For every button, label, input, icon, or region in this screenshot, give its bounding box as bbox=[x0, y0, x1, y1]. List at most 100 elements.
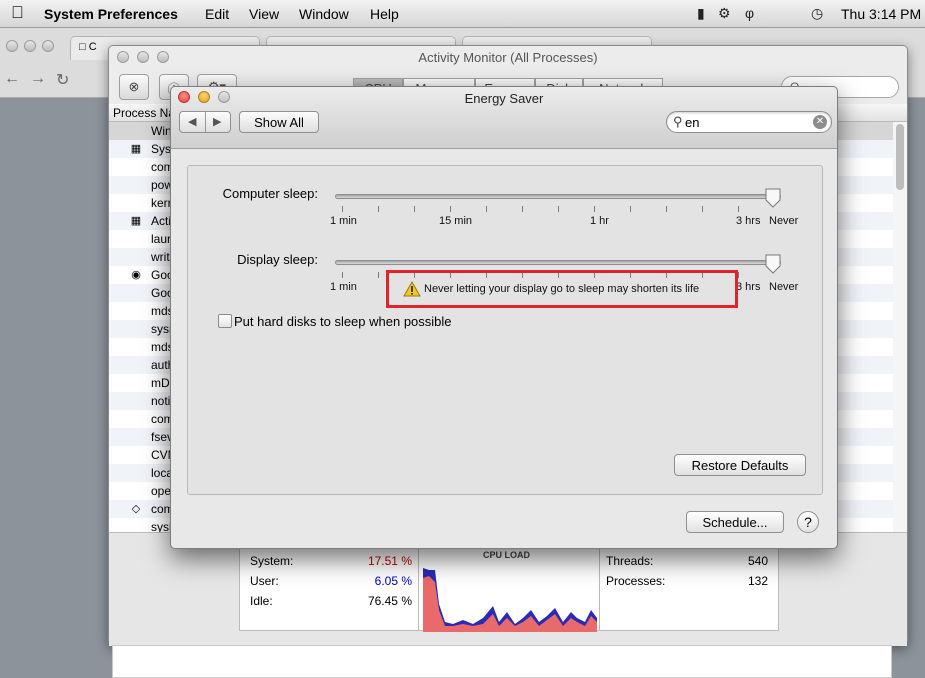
forward-arrow-icon[interactable]: ▶ bbox=[213, 115, 221, 128]
tab-page-icon: □ bbox=[79, 41, 86, 53]
process-name: sysl bbox=[151, 520, 172, 532]
search-input[interactable] bbox=[685, 114, 805, 130]
threads-label: Threads: bbox=[606, 554, 654, 568]
slider-tick bbox=[630, 206, 631, 212]
process-name: Acti bbox=[151, 214, 172, 228]
idle-value: 76.45 % bbox=[367, 594, 412, 608]
help-button[interactable]: ? bbox=[797, 511, 819, 533]
menu-help[interactable]: Help bbox=[370, 6, 399, 22]
process-name: mD bbox=[151, 376, 170, 390]
tick-label-3hrs: 3 hrs bbox=[736, 281, 761, 293]
system-value: 17.51 % bbox=[367, 554, 412, 568]
process-name: kerr bbox=[151, 196, 172, 210]
evernote-icon[interactable]: ▮ bbox=[697, 5, 705, 22]
user-value: 6.05 % bbox=[374, 574, 412, 588]
computer-sleep-slider-thumb[interactable] bbox=[765, 188, 781, 208]
slider-tick bbox=[738, 272, 739, 278]
schedule-button[interactable]: Schedule... bbox=[686, 511, 784, 533]
slider-tick bbox=[738, 206, 739, 212]
restore-defaults-button[interactable]: Restore Defaults bbox=[674, 454, 806, 476]
menu-bar:  System Preferences Edit View Window He… bbox=[0, 0, 925, 28]
back-arrow-icon[interactable]: ◀ bbox=[188, 115, 196, 128]
idle-label: Idle: bbox=[250, 594, 273, 608]
slider-tick bbox=[414, 206, 415, 212]
cpu-load-chart bbox=[423, 568, 597, 632]
clear-search-icon[interactable]: ✕ bbox=[813, 115, 827, 129]
menu-clock[interactable]: Thu 3:14 PM bbox=[841, 6, 921, 22]
warning-text: Never letting your display go to sleep m… bbox=[424, 283, 700, 295]
process-name: noti bbox=[151, 394, 171, 408]
thread-stats-box: Threads: 540 Processes: 132 bbox=[599, 547, 779, 631]
app-icon: ▦ bbox=[130, 215, 142, 227]
computer-sleep-slider[interactable] bbox=[335, 194, 781, 199]
back-forward-control: ◀ ▶ bbox=[179, 111, 231, 133]
tick-label-never: Never bbox=[769, 215, 799, 227]
slider-tick bbox=[342, 272, 343, 278]
back-icon[interactable]: ← bbox=[4, 70, 20, 88]
forward-icon[interactable]: → bbox=[30, 70, 46, 88]
disk-sleep-checkbox[interactable] bbox=[218, 314, 232, 328]
display-sleep-slider[interactable] bbox=[335, 260, 781, 265]
cpu-load-graph: CPU LOAD bbox=[419, 547, 599, 632]
reload-icon[interactable]: ↻ bbox=[56, 70, 69, 90]
show-all-button[interactable]: Show All bbox=[239, 111, 319, 133]
process-list-scrollbar[interactable] bbox=[893, 122, 907, 532]
system-label: System: bbox=[250, 554, 294, 568]
disk-sleep-label[interactable]: Put hard disks to sleep when possible bbox=[234, 314, 452, 329]
gear-icon[interactable]: ⚙ bbox=[718, 5, 731, 22]
slider-tick bbox=[594, 206, 595, 212]
monitor-title: Activity Monitor (All Processes) bbox=[418, 50, 598, 65]
time-machine-icon[interactable]: ◷ bbox=[811, 5, 823, 22]
process-name: laur bbox=[151, 232, 172, 246]
display-sleep-warning: Never letting your display go to sleep m… bbox=[386, 270, 738, 308]
process-name: ope bbox=[151, 484, 172, 498]
threads-value: 540 bbox=[747, 554, 768, 568]
slider-tick bbox=[666, 206, 667, 212]
shield-icon: ◇ bbox=[131, 503, 141, 515]
slider-tick bbox=[342, 206, 343, 212]
tick-label-3hrs: 3 hrs bbox=[736, 215, 761, 227]
menu-window[interactable]: Window bbox=[299, 6, 349, 22]
app-icon: ▦ bbox=[130, 143, 142, 155]
warning-icon bbox=[403, 281, 421, 297]
processes-label: Processes: bbox=[606, 574, 666, 588]
quit-process-button[interactable]: ⊗ bbox=[119, 74, 149, 100]
apple-menu-icon[interactable]:  bbox=[11, 3, 24, 23]
energy-settings-panel: Computer sleep: 1 min 15 min 1 hr 3 hrs … bbox=[187, 165, 823, 495]
process-name: Win bbox=[151, 124, 172, 138]
slider-tick bbox=[486, 206, 487, 212]
energy-saver-toolbar: Energy Saver ◀ ▶ Show All ⚲ ✕ bbox=[171, 87, 837, 149]
processes-value: 132 bbox=[747, 574, 768, 588]
cpu-stats-panel: System: 17.51 % User: 6.05 % Idle: 76.45… bbox=[109, 532, 907, 646]
process-name: writ bbox=[151, 250, 170, 264]
browser-zoom-button[interactable] bbox=[42, 40, 54, 52]
browser-minimize-button[interactable] bbox=[24, 40, 36, 52]
voice-icon[interactable]: φ bbox=[745, 5, 754, 21]
close-icon: ⊗ bbox=[128, 79, 140, 94]
tick-label-1min: 1 min bbox=[330, 215, 357, 227]
tick-label-never: Never bbox=[769, 281, 799, 293]
browser-close-button[interactable] bbox=[6, 40, 18, 52]
computer-sleep-label: Computer sleep: bbox=[222, 186, 318, 201]
tick-label-1min: 1 min bbox=[330, 281, 357, 293]
user-label: User: bbox=[250, 574, 279, 588]
scroll-thumb[interactable] bbox=[896, 124, 904, 190]
window-title: Energy Saver bbox=[464, 91, 544, 106]
segment-divider bbox=[205, 112, 206, 132]
tab-title: C bbox=[88, 41, 97, 53]
slider-tick bbox=[450, 206, 451, 212]
app-menu[interactable]: System Preferences bbox=[44, 6, 178, 22]
tick-label-15min: 15 min bbox=[439, 215, 473, 227]
menu-edit[interactable]: Edit bbox=[205, 6, 229, 22]
display-sleep-slider-thumb[interactable] bbox=[765, 254, 781, 274]
slider-tick bbox=[558, 206, 559, 212]
energy-saver-window: Energy Saver ◀ ▶ Show All ⚲ ✕ Computer s… bbox=[170, 86, 838, 549]
slider-tick bbox=[522, 206, 523, 212]
search-field: ⚲ ✕ bbox=[666, 111, 832, 133]
chrome-icon: ◉ bbox=[131, 269, 141, 281]
tick-label-1hr: 1 hr bbox=[590, 215, 609, 227]
slider-tick bbox=[702, 206, 703, 212]
background-window-bottom bbox=[112, 645, 892, 678]
menu-view[interactable]: View bbox=[249, 6, 279, 22]
search-icon: ⚲ bbox=[673, 114, 683, 129]
